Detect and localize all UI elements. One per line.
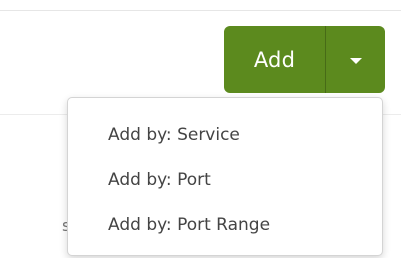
chevron-down-icon bbox=[349, 57, 362, 64]
top-divider bbox=[0, 10, 401, 11]
menu-item-add-by-service[interactable]: Add by: Service bbox=[68, 112, 382, 157]
add-options-toggle[interactable] bbox=[326, 26, 385, 93]
menu-item-add-by-port-range[interactable]: Add by: Port Range bbox=[68, 202, 382, 247]
add-options-menu: Add by: Service Add by: Port Add by: Por… bbox=[67, 97, 383, 256]
menu-item-add-by-port[interactable]: Add by: Port bbox=[68, 157, 382, 202]
add-split-button: Add bbox=[224, 26, 385, 93]
add-button[interactable]: Add bbox=[224, 26, 325, 93]
